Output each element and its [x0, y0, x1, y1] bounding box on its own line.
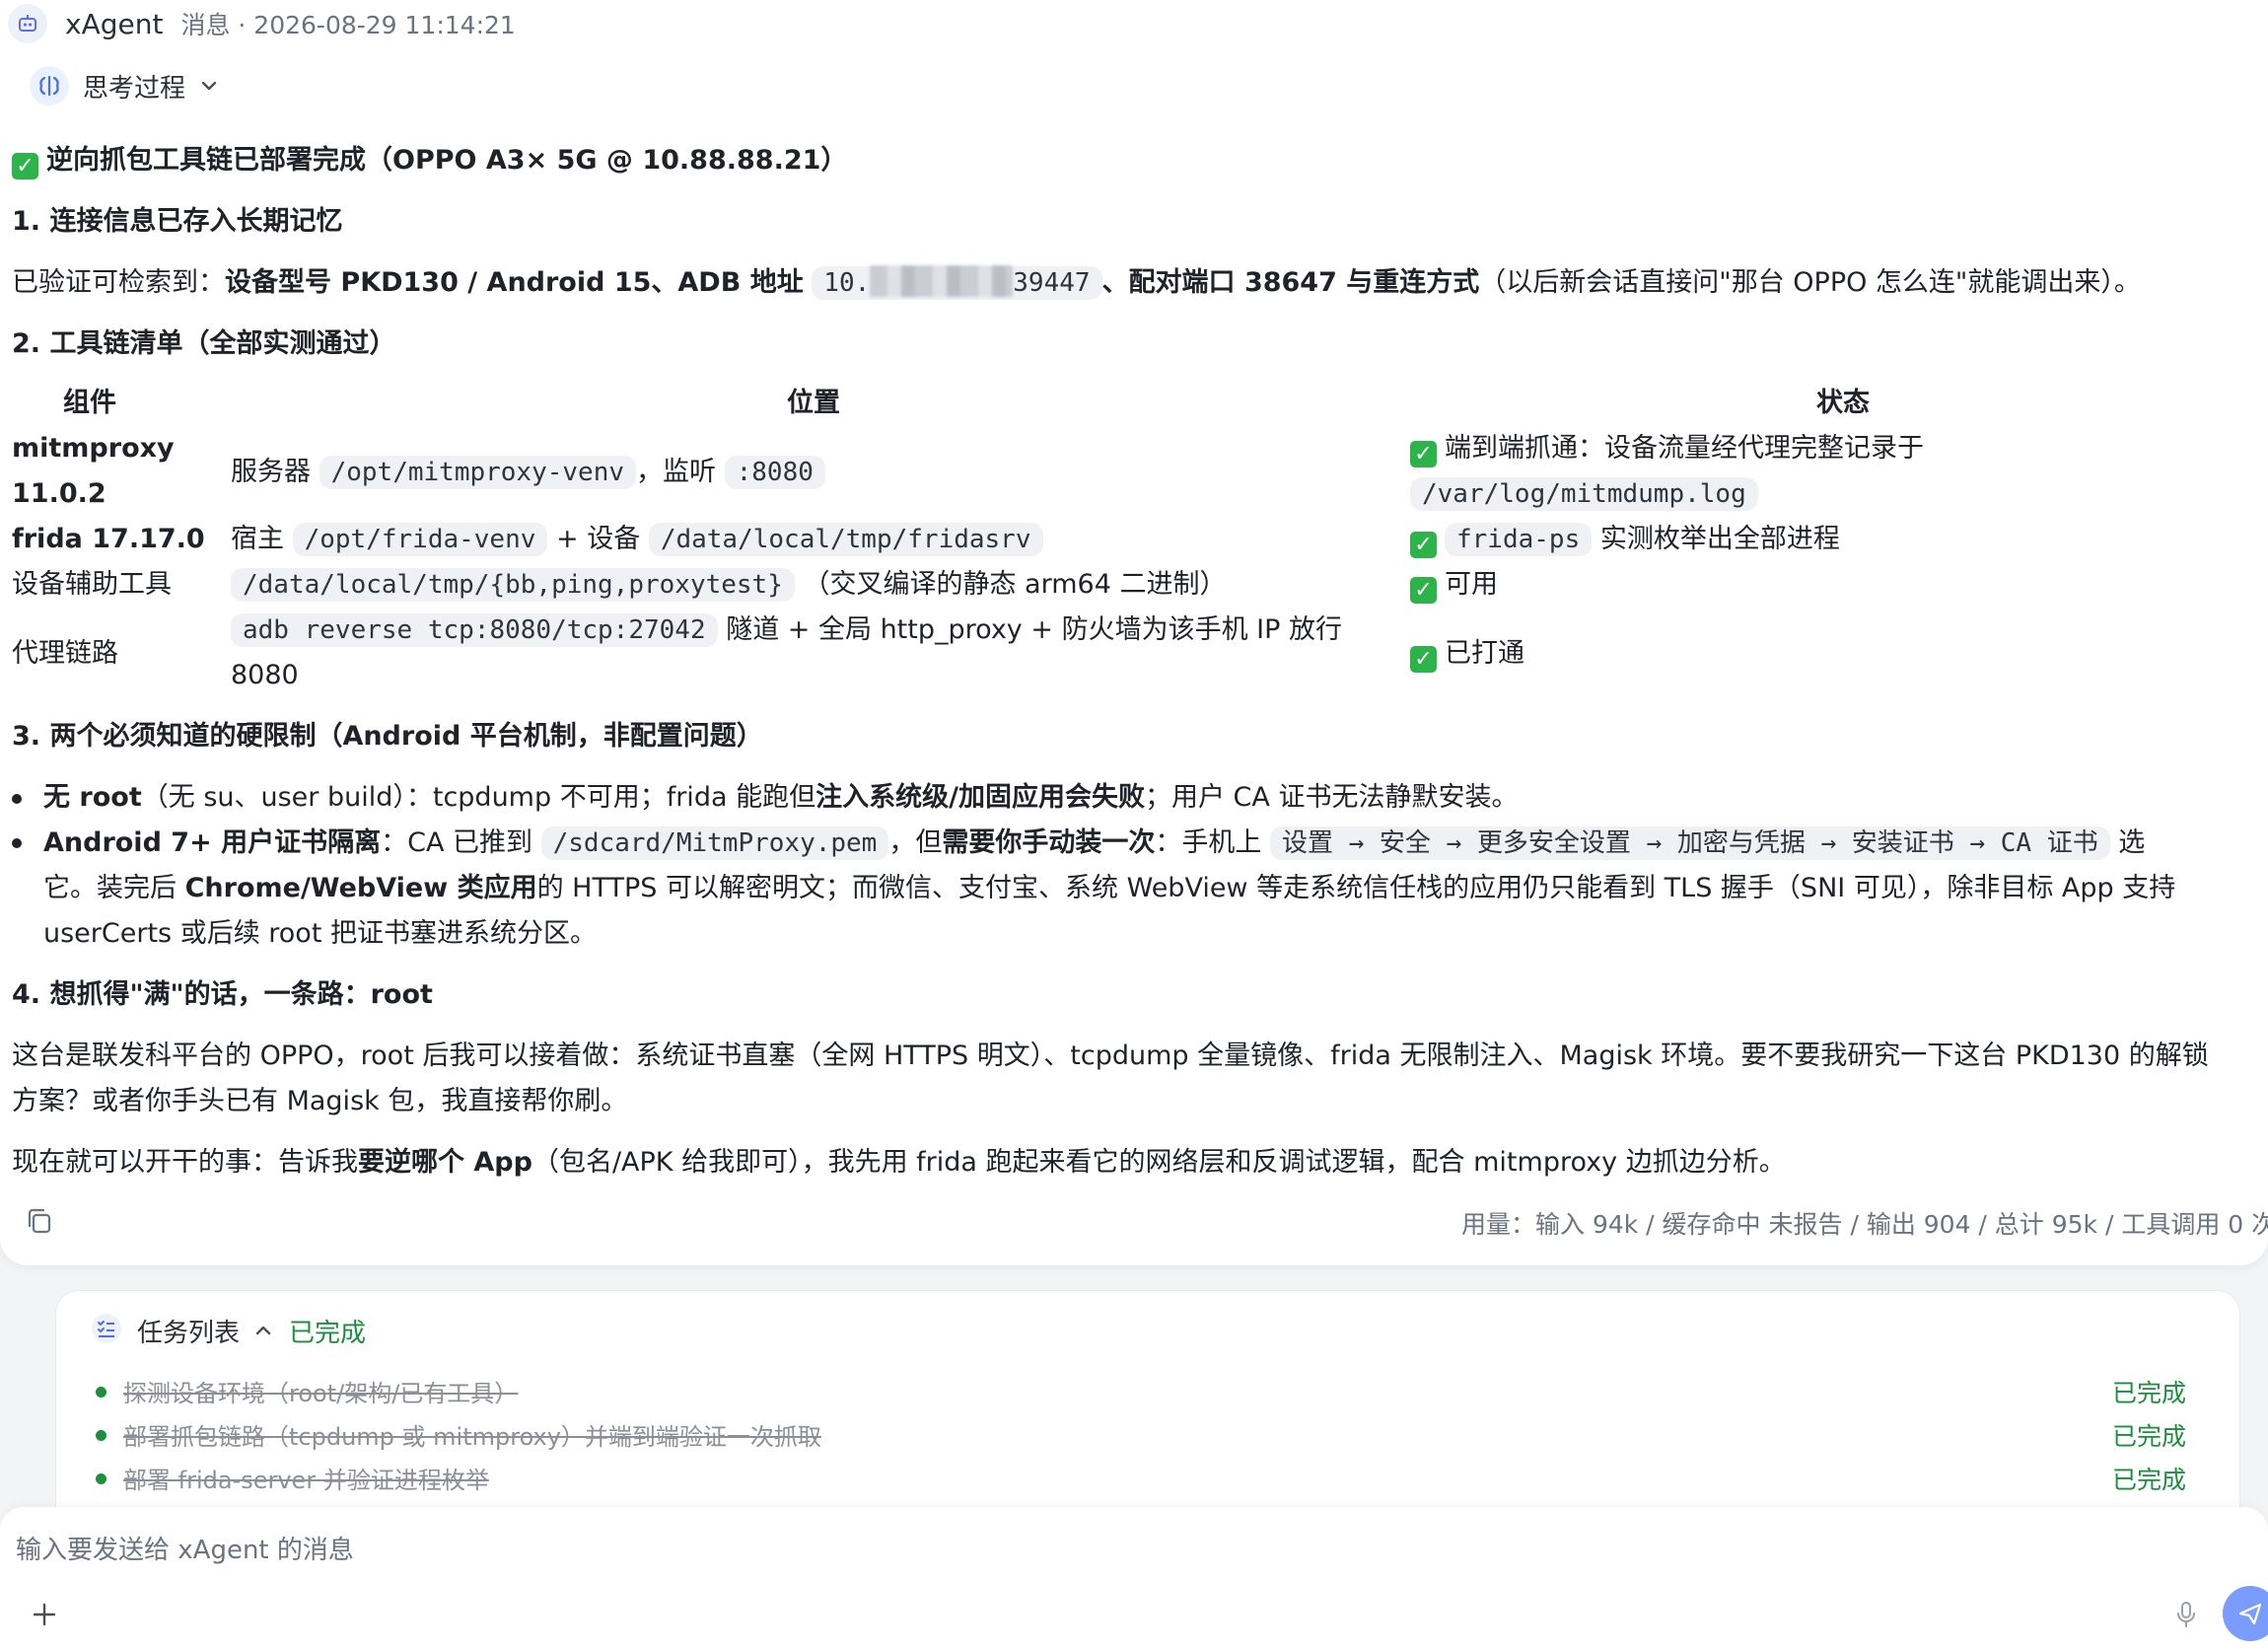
chevron-up-icon — [253, 1321, 273, 1340]
message-header: xAgent 消息 · 2026-08-29 11:14:21 — [8, 4, 516, 43]
bullet-user-cert: Android 7+ 用户证书隔离：CA 已推到 /sdcard/MitmPro… — [43, 826, 2146, 860]
table-cell: 8080 — [231, 660, 299, 690]
task-text: 部署 frida-server 并验证进程枚举 — [123, 1467, 489, 1494]
table-header-location: 位置 — [787, 388, 840, 418]
task-status: 已完成 — [2111, 1379, 2186, 1407]
message-composer — [0, 1507, 2268, 1651]
next-step-text: 现在就可以开干的事：告诉我要逆哪个 App（包名/APK 给我即可），我先用 f… — [12, 1147, 1786, 1178]
token-usage: 用量：输入 94k / 缓存命中 未报告 / 输出 904 / 总计 95k /… — [1461, 1210, 2268, 1239]
adb-address-code: 10. 39447 — [812, 265, 1102, 300]
task-list-title: 任务列表 — [137, 1318, 241, 1348]
thinking-label: 思考过程 — [83, 73, 186, 104]
section-3-heading: 3. 两个必须知道的硬限制（Android 平台机制，非配置问题） — [12, 721, 763, 752]
redacted-block — [870, 265, 1014, 297]
bullet-no-root: 无 root（无 su、user build）：tcpdump 不可用；frid… — [43, 782, 1519, 813]
status-dot — [96, 1430, 106, 1441]
table-cell: 设备辅助工具 — [12, 569, 172, 600]
task-text: 部署抓包链路（tcpdump 或 mitmproxy）并端到端验证一次抓取 — [123, 1423, 821, 1451]
plus-icon[interactable] — [28, 1598, 61, 1631]
check-emoji-icon: ✓ — [1410, 532, 1437, 558]
task-list-header[interactable]: 任务列表 已完成 — [90, 1309, 366, 1352]
status-dot — [96, 1387, 106, 1398]
table-cell: adb reverse tcp:8080/tcp:27042 隧道 + 全局 h… — [231, 608, 1342, 653]
section-4-text: 这台是联发科平台的 OPPO，root 后我可以接着做：系统证书直塞（全网 HT… — [12, 1041, 2209, 1071]
task-item: 部署 frida-server 并验证进程枚举 已完成 — [96, 1457, 2186, 1496]
message-footer: 用量：输入 94k / 缓存命中 未报告 / 输出 904 / 总计 95k /… — [24, 1203, 2268, 1247]
check-emoji-icon: ✓ — [1410, 577, 1437, 604]
task-list-status: 已完成 — [289, 1318, 367, 1348]
table-cell: ✓ 端到端抓通：设备流量经代理完整记录于 — [1410, 426, 1924, 471]
bot-name: xAgent — [65, 7, 164, 40]
assistant-message-card: xAgent 消息 · 2026-08-29 11:14:21 思考过程 ✓ 逆向… — [0, 0, 2268, 1265]
table-cell: ✓ frida-ps 实测枚举出全部进程 — [1410, 517, 1840, 562]
section-2-heading: 2. 工具链清单（全部实测通过） — [12, 328, 396, 359]
bullet-user-cert-line2: 它。装完后 Chrome/WebView 类应用的 HTTPS 可以解密明文；而… — [43, 873, 2176, 903]
bullet-dot — [12, 838, 22, 848]
section-4-text-line2: 方案？或者你手头已有 Magisk 包，我直接帮你刷。 — [12, 1086, 628, 1116]
table-cell: 宿主 /opt/frida-venv + 设备 /data/local/tmp/… — [231, 517, 1043, 562]
table-cell: 服务器 /opt/mitmproxy-venv ，监听 :8080 — [231, 450, 825, 495]
task-list-panel: 任务列表 已完成 探测设备环境（root/架构/已有工具） 已完成 部署抓包链路… — [55, 1290, 2240, 1515]
check-emoji-icon: ✓ — [1410, 646, 1437, 673]
task-text: 探测设备环境（root/架构/已有工具） — [123, 1380, 519, 1407]
task-status: 已完成 — [2111, 1466, 2186, 1494]
table-header-status: 状态 — [1816, 388, 1870, 418]
section-4-heading: 4. 想抓得"满"的话，一条路：root — [12, 979, 433, 1010]
message-timestamp: 消息 · 2026-08-29 11:14:21 — [180, 11, 516, 39]
chevron-down-icon — [199, 76, 219, 96]
check-emoji-icon: ✓ — [1410, 441, 1437, 467]
summary-title: ✓ 逆向抓包工具链已部署完成（OPPO A3× 5G @ 10.88.88.21） — [12, 138, 847, 183]
bullet-user-cert-line3: userCerts 或后续 root 把证书塞进系统分区。 — [43, 918, 597, 949]
table-cell: ✓ 已打通 — [1410, 631, 1524, 677]
robot-icon — [8, 4, 47, 43]
table-header-component: 组件 — [63, 388, 116, 418]
copy-icon[interactable] — [24, 1205, 59, 1241]
table-cell: frida 17.17.0 — [12, 524, 205, 554]
table-cell: /var/log/mitmdump.log — [1410, 471, 1758, 517]
mic-icon[interactable] — [2169, 1598, 2203, 1631]
section-1-text: 已验证可检索到：设备型号 PKD130 / Android 15、ADB 地址 … — [12, 265, 2141, 300]
check-emoji-icon: ✓ — [12, 153, 38, 179]
message-input[interactable] — [16, 1529, 2185, 1572]
table-cell: mitmproxy — [12, 433, 175, 464]
section-1-heading: 1. 连接信息已存入长期记忆 — [12, 206, 343, 237]
status-dot — [96, 1473, 106, 1484]
task-item: 部署抓包链路（tcpdump 或 mitmproxy）并端到端验证一次抓取 已完… — [96, 1413, 2186, 1453]
task-item: 探测设备环境（root/架构/已有工具） 已完成 — [96, 1370, 2186, 1409]
table-cell: 代理链路 — [12, 638, 118, 669]
checklist-icon — [90, 1312, 123, 1349]
send-button[interactable] — [2223, 1586, 2268, 1641]
table-cell: ✓ 可用 — [1410, 562, 1498, 608]
table-cell: /data/local/tmp/{bb,ping,proxytest} （交叉编… — [231, 562, 1226, 608]
table-cell: 11.0.2 — [12, 478, 106, 509]
task-status: 已完成 — [2111, 1422, 2186, 1451]
thinking-process-toggle[interactable]: 思考过程 — [30, 64, 219, 108]
send-icon — [2238, 1603, 2262, 1625]
thinking-icon — [30, 66, 69, 106]
bullet-dot — [12, 794, 22, 804]
